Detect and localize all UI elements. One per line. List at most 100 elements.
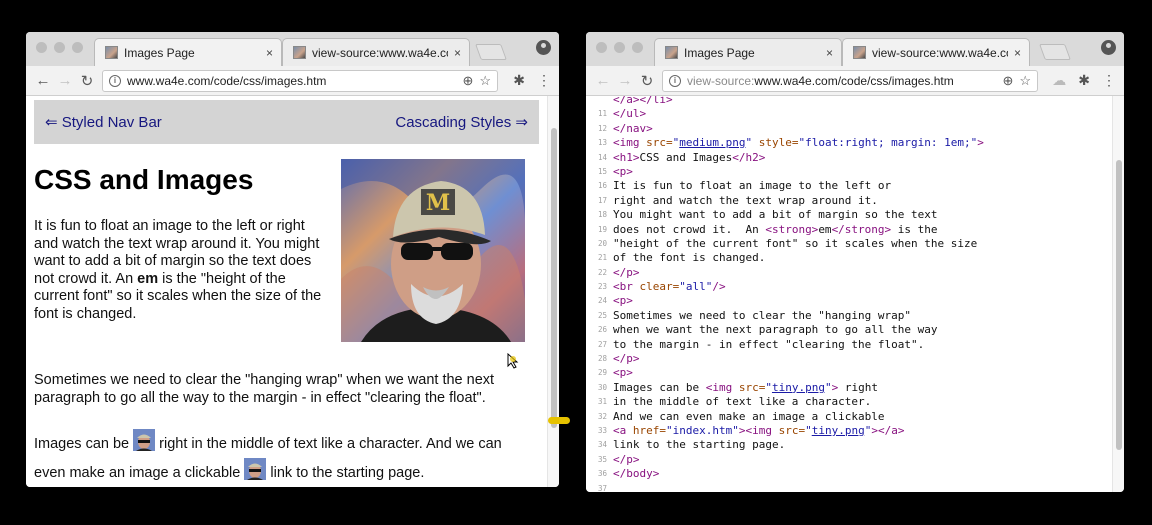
tiny-image-link[interactable] <box>244 458 267 480</box>
bookmark-star-icon[interactable]: ☆ <box>479 73 491 89</box>
tab-close-icon[interactable]: × <box>1014 46 1021 60</box>
source-link[interactable]: tiny.png <box>812 424 865 437</box>
code-token: </p> <box>613 352 640 366</box>
code-line: 20 "height of the current font" so it sca… <box>586 237 1112 251</box>
code-token: in the middle of text like a character. <box>613 395 872 409</box>
code-token: And we can even make an image a clickabl… <box>613 409 885 423</box>
tab-view-source[interactable]: view-source:www.wa4e.com/c × <box>842 38 1030 66</box>
code-token: </p> <box>613 265 640 279</box>
tab-images-page[interactable]: Images Page × <box>654 38 842 66</box>
forward-icon[interactable]: → <box>614 72 636 89</box>
line-number: 20 <box>597 238 607 248</box>
nav-link-styled-nav-bar[interactable]: ⇐ Styled Nav Bar <box>45 113 162 131</box>
code-token: right and watch the text wrap around it. <box>613 193 878 207</box>
code-text: <p> <box>613 294 633 308</box>
code-token: <img <box>705 380 739 394</box>
line-number: 18 <box>597 210 607 220</box>
em-strong-text: em <box>137 270 159 287</box>
code-token: </ul> <box>613 107 647 121</box>
code-line: 37 <box>586 482 1112 492</box>
favicon-icon <box>853 46 866 59</box>
reload-icon[interactable]: ↻ <box>636 72 658 90</box>
line-number: 15 <box>597 166 607 176</box>
zoom-icon[interactable]: ⊕ <box>462 73 473 89</box>
zoom-window-button[interactable] <box>632 42 643 53</box>
zoom-icon[interactable]: ⊕ <box>1002 73 1013 89</box>
window-controls <box>596 42 643 53</box>
close-window-button[interactable] <box>36 42 47 53</box>
browser-window-right: Images Page × view-source:www.wa4e.com/c… <box>586 32 1124 492</box>
line-number: 37 <box>597 483 607 492</box>
info-icon[interactable]: i <box>669 75 681 87</box>
line-number: 24 <box>597 296 607 306</box>
code-token: > <box>977 136 984 150</box>
code-line: 35 </p> <box>586 453 1112 467</box>
minimize-window-button[interactable] <box>614 42 625 53</box>
vertical-scrollbar[interactable] <box>547 96 559 487</box>
code-text: </nav> <box>613 122 653 136</box>
code-token: <strong> <box>765 222 819 236</box>
cloud-icon[interactable]: ☁ <box>1052 72 1066 89</box>
line-number: 33 <box>597 425 607 435</box>
minimize-window-button[interactable] <box>54 42 65 53</box>
tab-close-icon[interactable]: × <box>826 46 833 60</box>
extension-icon[interactable]: ✱ <box>1078 72 1090 89</box>
mouse-cursor-icon <box>507 352 519 374</box>
code-line: 24 <p> <box>586 294 1112 308</box>
favicon-icon <box>293 46 306 59</box>
zoom-window-button[interactable] <box>72 42 83 53</box>
extension-icon[interactable]: ✱ <box>513 72 525 89</box>
profile-icon[interactable] <box>536 40 551 55</box>
code-line: 21 of the font is changed. <box>586 251 1112 265</box>
svg-text:M: M <box>426 190 450 216</box>
code-text: <p> <box>613 366 633 380</box>
forward-icon[interactable]: → <box>54 72 76 89</box>
menu-icon[interactable]: ⋮ <box>1102 72 1116 89</box>
close-window-button[interactable] <box>596 42 607 53</box>
info-icon[interactable]: i <box>109 75 121 87</box>
profile-icon[interactable] <box>1101 40 1116 55</box>
new-tab-button[interactable] <box>475 44 507 60</box>
tab-close-icon[interactable]: × <box>266 46 273 60</box>
code-line: 11 </ul> <box>586 107 1112 121</box>
source-link[interactable]: tiny.png <box>772 381 825 394</box>
tab-view-source[interactable]: view-source:www.wa4e.com/c × <box>282 38 470 66</box>
code-token: <img <box>613 136 647 150</box>
code-token: <br <box>613 280 640 294</box>
back-icon[interactable]: ← <box>592 72 614 89</box>
code-text: does not crowd it. An <strong>em</strong… <box>613 223 938 237</box>
menu-icon[interactable]: ⋮ <box>537 72 551 89</box>
address-bar[interactable]: i www.wa4e.com/code/css/images.htm ⊕ ☆ <box>102 70 498 92</box>
scrollbar-thumb[interactable] <box>551 128 557 428</box>
code-token: Sometimes we need to clear the "hanging … <box>613 308 912 322</box>
tab-images-page[interactable]: Images Page × <box>94 38 282 66</box>
code-token: You might want to add a bit of margin so… <box>613 208 938 222</box>
nav-link-cascading-styles[interactable]: Cascading Styles ⇒ <box>395 113 528 131</box>
code-line: 13 <img src="medium.png" style="float:rig… <box>586 136 1112 150</box>
back-icon[interactable]: ← <box>32 72 54 89</box>
code-token: </nav> <box>613 121 653 135</box>
code-token: </h2> <box>732 150 766 164</box>
tab-title: view-source:www.wa4e.com/c <box>312 45 448 60</box>
code-token: ></a> <box>871 423 905 437</box>
new-tab-button[interactable] <box>1039 44 1071 60</box>
paragraph-text: Images can be <box>34 436 134 452</box>
code-line: 34 link to the starting page. <box>586 438 1112 452</box>
source-link[interactable]: medium.png <box>679 136 745 149</box>
tab-close-icon[interactable]: × <box>454 46 461 60</box>
browser-toolbar: ← → ↻ i www.wa4e.com/code/css/images.htm… <box>26 66 559 96</box>
vertical-scrollbar[interactable] <box>1112 96 1124 492</box>
code-token: <p> <box>613 294 633 308</box>
bookmark-star-icon[interactable]: ☆ <box>1019 73 1031 89</box>
paragraph-inline-images: Images can be right in the middle of tex… <box>34 429 524 487</box>
url-scheme-text: view-source: <box>687 74 755 88</box>
line-number: 21 <box>597 253 607 263</box>
address-bar[interactable]: i view-source: www.wa4e.com/code/css/imag… <box>662 70 1038 92</box>
reload-icon[interactable]: ↻ <box>76 72 98 90</box>
code-line: 33 <a href="index.htm"><img src="tiny.png… <box>586 424 1112 438</box>
scrollbar-thumb[interactable] <box>1116 160 1122 450</box>
code-line: 18 You might want to add a bit of margin … <box>586 208 1112 222</box>
code-token: style= <box>752 136 799 150</box>
code-line: 14 <h1>CSS and Images</h2> <box>586 151 1112 165</box>
code-line: 19 does not crowd it. An <strong>em</stro… <box>586 223 1112 237</box>
